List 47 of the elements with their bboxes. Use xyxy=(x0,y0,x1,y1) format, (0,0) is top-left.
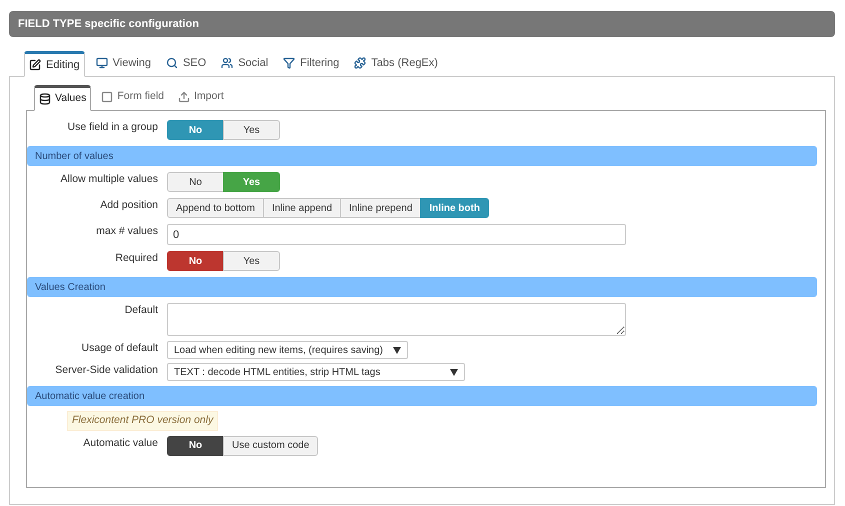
field-label: Use field in a group xyxy=(68,121,158,133)
users-icon xyxy=(221,57,234,69)
toggle-option[interactable]: Inline prepend xyxy=(340,198,422,218)
toggle-option[interactable]: No xyxy=(167,436,224,456)
pro-version-note: Flexicontent PRO version only xyxy=(67,411,218,431)
field-label: Add position xyxy=(100,199,158,211)
field-label: Allow multiple values xyxy=(60,173,158,185)
toggle-option[interactable]: Yes xyxy=(223,120,280,140)
field-label: Default xyxy=(124,304,158,316)
puzzle-icon xyxy=(354,57,366,69)
toggle-option[interactable]: Yes xyxy=(223,251,280,271)
dropdown-select[interactable]: TEXT : decode HTML entities, strip HTML tags xyxy=(167,363,465,381)
dropdown-select[interactable]: Load when editing new items, (requires saving) xyxy=(167,341,408,359)
field-label: max # values xyxy=(96,225,158,237)
checkbox-icon xyxy=(101,91,114,103)
upload-icon xyxy=(178,91,190,103)
tab[interactable]: Tabs (RegEx) xyxy=(350,50,442,76)
toggle-option[interactable]: No xyxy=(167,172,224,192)
field-label: Usage of default xyxy=(82,342,158,354)
tab[interactable]: Viewing xyxy=(92,50,155,76)
default-text-area[interactable] xyxy=(167,303,626,336)
field-label: Required xyxy=(115,252,158,264)
tab[interactable]: SEO xyxy=(162,50,210,76)
panel-header: FIELD TYPE specific configuration xyxy=(9,11,835,37)
dropdown-arrow-icon xyxy=(450,368,458,376)
sub-tab[interactable]: Form field xyxy=(97,84,168,110)
section-header: Values Creation xyxy=(27,277,817,297)
toggle-option[interactable]: Inline append xyxy=(262,198,342,218)
monitor-icon xyxy=(96,57,108,69)
tab[interactable]: Social xyxy=(217,50,272,76)
field-label: Server-Side validation xyxy=(55,364,158,376)
sub-tab[interactable]: Import xyxy=(174,84,228,110)
edit-icon xyxy=(29,59,41,71)
funnel-icon xyxy=(283,57,296,69)
toggle-option[interactable]: Use custom code xyxy=(223,436,318,456)
tab[interactable]: Editing xyxy=(24,51,85,77)
search-icon xyxy=(166,57,178,69)
dropdown-arrow-icon xyxy=(393,346,401,354)
section-header: Number of values xyxy=(27,146,817,166)
tab[interactable]: Filtering xyxy=(279,50,344,76)
sub-tab[interactable]: Values xyxy=(34,85,92,111)
database-icon xyxy=(39,93,51,105)
max-values-field[interactable]: 0 xyxy=(167,224,626,245)
toggle-option[interactable]: No xyxy=(167,251,224,271)
field-label: Automatic value xyxy=(83,436,158,449)
toggle-option[interactable]: Append to bottom xyxy=(167,198,264,218)
section-header: Automatic value creation xyxy=(27,386,817,406)
